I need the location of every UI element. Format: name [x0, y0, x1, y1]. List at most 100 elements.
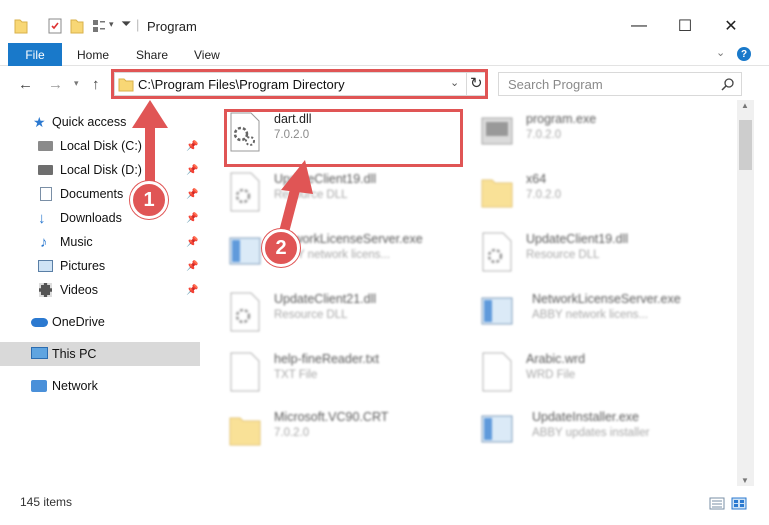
pin-icon[interactable]: 📌: [186, 213, 198, 224]
documents-icon: [40, 187, 52, 201]
pin-icon[interactable]: 📌: [186, 165, 198, 176]
file-item-updateclient19-dll-2[interactable]: UpdateClient19.dll Resource DLL: [480, 232, 628, 275]
file-sub: 7.0.2.0: [526, 189, 562, 201]
tab-file[interactable]: File: [8, 43, 62, 66]
scroll-up-icon[interactable]: ▲: [741, 101, 749, 110]
details-view-icon[interactable]: [709, 497, 725, 510]
file-item-arabic-wrd[interactable]: Arabic.wrd WRD File: [480, 352, 585, 395]
tab-view[interactable]: View: [194, 43, 220, 66]
file-item-networklicenseserver-exe-2[interactable]: NetworkLicenseServer.exe ABBY network li…: [480, 292, 681, 335]
cloud-icon: [31, 318, 48, 327]
scrollbar-thumb[interactable]: [739, 120, 752, 170]
nav-item-quick-access[interactable]: ★ Quick access: [0, 110, 200, 134]
pin-icon[interactable]: 📌: [186, 261, 198, 272]
nav-item-videos[interactable]: Videos 📌: [0, 278, 200, 302]
file-name: x64: [526, 172, 547, 186]
step-badge-2: 2: [262, 229, 300, 267]
file-item-help-finereader-txt[interactable]: help-fineReader.txt TXT File: [228, 352, 379, 395]
file-sub: TXT File: [274, 369, 318, 381]
nav-label: Documents: [60, 187, 124, 201]
customize-toolbar-icon[interactable]: ⏷: [121, 16, 131, 32]
expand-ribbon-icon[interactable]: ⌄: [716, 46, 725, 59]
chevron-down-icon[interactable]: ▾: [109, 19, 114, 30]
file-item-updateclient21-dll[interactable]: UpdateClient21.dll Resource DLL: [228, 292, 376, 335]
address-highlight-box: [111, 69, 488, 99]
step-badge-1: 1: [130, 181, 168, 219]
forward-arrow-icon[interactable]: →: [48, 76, 63, 93]
file-sub: 7.0.2.0: [274, 427, 310, 439]
nav-item-downloads[interactable]: ↓ Downloads 📌: [0, 206, 200, 230]
nav-item-pictures[interactable]: Pictures 📌: [0, 254, 200, 278]
up-arrow-icon[interactable]: ↑: [92, 76, 100, 93]
folder-icon: [14, 19, 28, 34]
close-button[interactable]: ✕: [708, 12, 754, 40]
file-item-program-exe[interactable]: program.exe 7.0.2.0: [480, 112, 596, 155]
help-icon[interactable]: ?: [737, 47, 751, 61]
nav-item-this-pc[interactable]: This PC: [0, 342, 200, 366]
file-item-networklicenseserver-exe[interactable]: NetworkLicenseServer.exe ABBY network li…: [228, 232, 423, 275]
text-file-icon: [230, 352, 260, 392]
scroll-down-icon[interactable]: ▼: [741, 476, 749, 485]
download-icon: ↓: [38, 209, 46, 227]
nav-label: This PC: [52, 347, 97, 361]
tab-share[interactable]: Share: [136, 43, 168, 66]
file-name: Microsoft.VC90.CRT: [274, 410, 389, 424]
nav-item-local-disk-c[interactable]: Local Disk (C:) 📌: [0, 134, 200, 158]
file-sub: ABBY network licens...: [532, 309, 649, 321]
tab-home[interactable]: Home: [77, 43, 109, 66]
file-item-updateinstaller-exe[interactable]: UpdateInstaller.exe ABBY updates install…: [480, 410, 649, 453]
search-placeholder[interactable]: Search Program: [508, 77, 603, 92]
back-arrow-icon[interactable]: ←: [18, 76, 33, 93]
file-name: help-fineReader.txt: [274, 352, 379, 366]
nav-label: Network: [52, 379, 98, 393]
computer-icon: [31, 347, 48, 359]
recent-locations-icon[interactable]: ▾: [74, 78, 79, 89]
properties-icon[interactable]: [48, 18, 62, 34]
pin-icon[interactable]: 📌: [186, 189, 198, 200]
drive-icon: [38, 141, 53, 151]
file-sub: 7.0.2.0: [526, 129, 562, 141]
exe-icon: [229, 237, 261, 265]
file-item-microsoft-vc90-crt[interactable]: Microsoft.VC90.CRT 7.0.2.0: [228, 410, 388, 453]
maximize-button[interactable]: ☐: [662, 12, 708, 40]
nav-label: Quick access: [52, 115, 127, 129]
nav-label: OneDrive: [52, 315, 105, 329]
new-folder-icon[interactable]: [70, 18, 84, 34]
view-options-icon[interactable]: [92, 19, 106, 33]
file-item-x64[interactable]: x64 7.0.2.0: [480, 172, 561, 215]
nav-label: Local Disk (C:): [60, 139, 142, 153]
drive-icon: [38, 165, 53, 175]
nav-item-music[interactable]: ♪ Music 📌: [0, 230, 200, 254]
file-name: Arabic.wrd: [526, 352, 586, 366]
text-file-icon: [482, 352, 512, 392]
nav-label: Pictures: [60, 259, 106, 273]
nav-item-network[interactable]: Network: [0, 374, 200, 398]
nav-label: Videos: [60, 283, 98, 297]
file-sub: Resource DLL: [526, 249, 600, 261]
nav-item-local-disk-d[interactable]: Local Disk (D:) 📌: [0, 158, 200, 182]
folder-icon: [229, 417, 261, 446]
nav-item-onedrive[interactable]: OneDrive: [0, 310, 200, 334]
dll-gear-icon: [230, 172, 260, 212]
file-item-updateclient19-dll[interactable]: UpdateClient19.dll Resource DLL: [228, 172, 376, 215]
window-title: Program: [147, 19, 197, 34]
file-name: program.exe: [526, 112, 597, 126]
file-name: UpdateInstaller.exe: [532, 410, 640, 424]
file-name: NetworkLicenseServer.exe: [274, 232, 423, 246]
pin-icon[interactable]: 📌: [186, 141, 198, 152]
pin-icon[interactable]: 📌: [186, 285, 198, 296]
pin-icon[interactable]: 📌: [186, 237, 198, 248]
search-icon[interactable]: [721, 77, 735, 91]
network-icon: [31, 380, 47, 392]
music-icon: ♪: [40, 233, 48, 251]
large-icons-view-icon[interactable]: [731, 497, 747, 510]
nav-item-documents[interactable]: Documents 📌: [0, 182, 200, 206]
file-sub: ABBY network licens...: [274, 249, 391, 261]
nav-label: Music: [60, 235, 93, 249]
file-sub: ABBY updates installer: [532, 427, 650, 439]
minimize-button[interactable]: —: [616, 12, 662, 40]
file-sub: WRD File: [526, 369, 576, 381]
file-name: UpdateClient19.dll: [274, 172, 377, 186]
nav-label: Local Disk (D:): [60, 163, 142, 177]
dll-gear-icon: [230, 292, 260, 332]
